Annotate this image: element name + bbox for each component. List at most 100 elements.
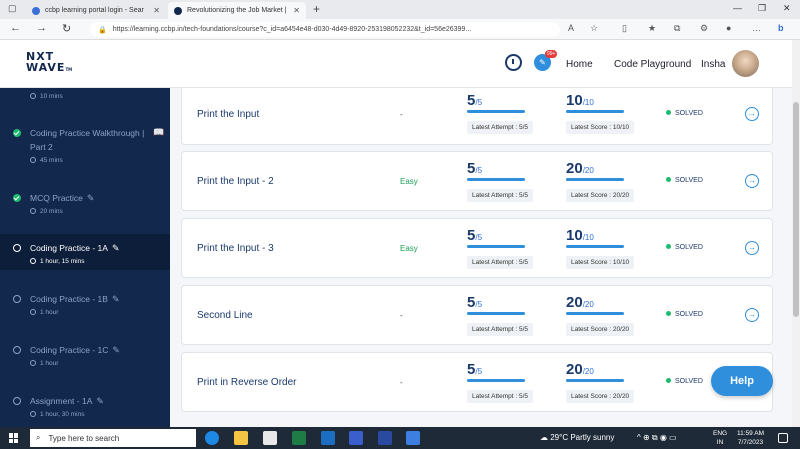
clock-icon (30, 258, 36, 264)
page-scrollbar[interactable] (792, 40, 800, 427)
nxtwave-logo[interactable]: NXT WAVETM (26, 51, 72, 75)
code-playground-link[interactable]: Code Playground (614, 59, 691, 70)
question-card[interactable]: Print the Input - 5/5 Latest Attempt : 5… (181, 88, 773, 145)
menu-dots-icon[interactable]: … (752, 23, 761, 33)
notifications-icon[interactable] (778, 433, 788, 443)
favorite-star-icon[interactable]: ☆ (590, 23, 598, 34)
profile-icon[interactable]: ● (726, 23, 731, 33)
edge-browser-icon[interactable] (205, 431, 219, 445)
system-clock[interactable]: 11:59 AM 7/7/2023 (733, 429, 768, 447)
score-metric: 20/20 (566, 160, 646, 181)
question-title: Print in Reverse Order (197, 377, 297, 388)
sidebar-item-coding-practice-1a[interactable]: Coding Practice - 1A ✎ 1 hour, 15 mins (0, 234, 170, 270)
difficulty-label: Easy (400, 177, 418, 186)
address-bar: ← → ↻ 🔒 https://learning.ccbp.in/tech-fo… (0, 19, 800, 40)
browser-tab-2[interactable]: Revolutionizing the Job Market | ✕ (168, 2, 306, 19)
maximize-icon[interactable]: ❐ (758, 3, 766, 14)
bing-icon[interactable]: b (778, 23, 784, 33)
system-tray-icons[interactable]: ^ ⊕ ⧉ ◉ ▭ (637, 433, 677, 443)
score-progress-bar (566, 178, 624, 181)
language-indicator[interactable]: ENG IN (713, 429, 727, 447)
weather-icon: ☁ (540, 433, 551, 442)
tab-actions-icon[interactable]: ▢ (8, 3, 17, 14)
timer-icon[interactable] (505, 54, 522, 71)
close-tab-icon[interactable]: ✕ (293, 6, 300, 15)
browser-tab-1[interactable]: ccbp learning portal login - Sear ✕ (26, 2, 166, 19)
forward-icon[interactable]: → (36, 22, 47, 34)
favorites-icon[interactable]: ★ (648, 23, 656, 34)
question-title: Print the Input - 2 (197, 176, 274, 187)
status-badge: SOLVED (666, 110, 703, 117)
difficulty-label: - (400, 311, 403, 320)
tab-title: Revolutionizing the Job Market | (187, 7, 287, 14)
open-question-arrow-icon[interactable]: → (745, 107, 759, 121)
store-icon[interactable] (263, 431, 277, 445)
sidebar-item-duration: 1 hour (40, 360, 59, 367)
open-question-arrow-icon[interactable]: → (745, 241, 759, 255)
sidebar-item-label: Coding Practice Walkthrough | Part 2 (30, 128, 145, 152)
question-card[interactable]: Print in Reverse Order - 5/5 Latest Atte… (181, 352, 773, 412)
sidebar-item-coding-practice-1b[interactable]: Coding Practice - 1B ✎ 1 hour (0, 288, 170, 324)
app-icon[interactable] (406, 431, 420, 445)
back-icon[interactable]: ← (10, 22, 21, 34)
attempt-max: /5 (475, 367, 483, 376)
open-question-arrow-icon[interactable]: → (745, 308, 759, 322)
language-code: ENG (713, 430, 728, 437)
user-name[interactable]: Insha (701, 59, 725, 70)
score-max: /10 (582, 98, 594, 107)
sidebar-item[interactable]: 10 mins (0, 88, 170, 110)
pencil-icon: ✎ (111, 294, 120, 304)
avatar[interactable] (732, 50, 759, 77)
pending-item-icon (13, 295, 21, 303)
difficulty-label: Easy (400, 244, 418, 253)
score-progress-bar (566, 379, 624, 382)
clock-icon (30, 360, 36, 366)
scrollbar-thumb[interactable] (793, 102, 799, 317)
taskbar-search-input[interactable]: ⌕ Type here to search (30, 429, 196, 447)
sidebar-item-assignment-1a[interactable]: Assignment - 1A ✎ 1 hour, 30 mins (0, 390, 170, 426)
extensions-icon[interactable]: ⚙ (700, 23, 708, 34)
difficulty-label: - (400, 110, 403, 119)
pencil-icon: ✎ (112, 345, 120, 355)
pending-item-icon (13, 346, 21, 354)
refresh-icon[interactable]: ↻ (62, 22, 71, 35)
weather-widget[interactable]: ☁ 29°C Partly sunny (540, 433, 614, 442)
attempt-progress-bar (467, 110, 525, 113)
open-question-arrow-icon[interactable]: → (745, 174, 759, 188)
close-window-icon[interactable]: ✕ (783, 3, 791, 14)
pencil-icon: ✎ (96, 396, 104, 406)
notes-icon[interactable] (349, 431, 363, 445)
close-tab-icon[interactable]: ✕ (153, 6, 160, 15)
latest-score-chip: Latest Score : 20/20 (566, 189, 635, 202)
logo-tm: TM (65, 67, 73, 72)
sidebar-item-coding-practice-1c[interactable]: Coding Practice - 1C ✎ 1 hour (0, 339, 170, 375)
sidebar-item-label: Coding Practice - 1B (30, 294, 108, 304)
collections-icon[interactable]: ⧉ (674, 23, 680, 34)
question-card[interactable]: Second Line - 5/5 Latest Attempt : 5/5 2… (181, 285, 773, 345)
status-badge: SOLVED (666, 378, 703, 385)
defender-icon[interactable] (378, 431, 392, 445)
status-badge: SOLVED (666, 311, 703, 318)
new-tab-button[interactable]: + (313, 2, 320, 16)
split-screen-icon[interactable]: ▯ (622, 23, 627, 34)
minimize-icon[interactable]: — (733, 3, 742, 13)
read-aloud-icon[interactable]: A (568, 23, 574, 33)
windows-start-icon[interactable] (9, 433, 19, 443)
file-explorer-icon[interactable] (234, 431, 248, 445)
excel-icon[interactable] (292, 431, 306, 445)
question-card[interactable]: Print the Input - 3 Easy 5/5 Latest Atte… (181, 218, 773, 278)
clock-icon (30, 208, 36, 214)
sidebar-item-duration: 1 hour (40, 309, 59, 316)
sidebar-item-label: Coding Practice - 1A (30, 243, 108, 253)
sidebar-item-mcq-practice[interactable]: MCQ Practice ✎ 20 mins (0, 186, 170, 222)
question-card[interactable]: Print the Input - 2 Easy 5/5 Latest Atte… (181, 151, 773, 211)
mail-icon[interactable] (321, 431, 335, 445)
score-progress-bar (566, 245, 624, 248)
sidebar-item-walkthrough[interactable]: Coding Practice Walkthrough | Part 2 📖 4… (0, 122, 170, 170)
home-link[interactable]: Home (566, 59, 593, 70)
url-field[interactable]: 🔒 https://learning.ccbp.in/tech-foundati… (90, 22, 560, 37)
attempts-metric: 5/5 (467, 227, 547, 248)
sidebar-item-duration: 10 mins (40, 93, 63, 100)
notification-badge: 99+ (545, 50, 558, 58)
help-button[interactable]: Help (711, 366, 773, 396)
